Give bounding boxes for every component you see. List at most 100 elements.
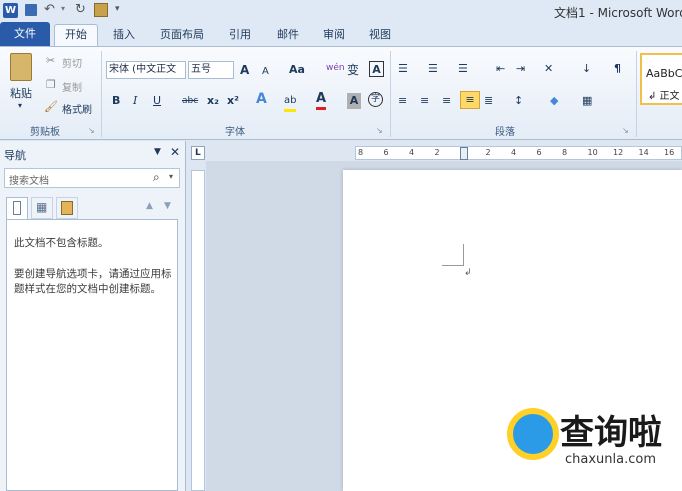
chevron-down-icon[interactable]: ▾ [169, 172, 173, 181]
nav-menu-icon[interactable]: ▼ [154, 147, 161, 157]
tab-stop-icon: L [195, 148, 201, 158]
tab-selector[interactable]: L [191, 146, 205, 160]
clipboard-launcher-icon[interactable]: ↘ [88, 123, 95, 139]
numbering-icon[interactable]: ☰ [428, 61, 438, 77]
align-right-icon[interactable]: ≡ [442, 93, 451, 109]
style-name: ↲ 正文 [648, 91, 680, 102]
line-spacing-icon[interactable]: ↕ [514, 93, 523, 109]
copy-button[interactable]: 复制 [62, 79, 82, 94]
sort-icon[interactable]: ↓ [582, 61, 591, 77]
ribbon-tabs: 文件 开始 插入 页面布局 引用 邮件 审阅 视图 [0, 22, 682, 46]
underline-icon[interactable]: U [153, 93, 161, 109]
save-icon[interactable] [25, 4, 37, 16]
asian-layout-icon[interactable]: ✕ [544, 61, 553, 77]
redo-icon[interactable]: ↻ [75, 2, 86, 17]
ruler-tick-label: 6 [383, 148, 389, 157]
distributed-icon[interactable]: ≣ [484, 93, 493, 109]
ruler-tick-label: 4 [511, 148, 517, 157]
subscript-icon[interactable]: x₂ [207, 93, 219, 109]
highlight-icon[interactable]: ab [284, 93, 297, 112]
tab-home[interactable]: 开始 [54, 24, 98, 46]
tab-pages[interactable]: ▦ [31, 197, 53, 219]
strikethrough-icon[interactable]: abc [182, 93, 198, 109]
tab-file[interactable]: 文件 [0, 22, 50, 46]
undo-icon[interactable]: ↶ [44, 2, 55, 17]
print-preview-icon[interactable] [94, 3, 108, 17]
justify-icon[interactable]: ≡ [460, 91, 480, 109]
borders-icon[interactable]: ▦ [582, 93, 592, 109]
ruler-tick-label: 8 [358, 148, 364, 157]
phonetic-guide-icon[interactable]: 变 [347, 62, 359, 78]
increase-indent-icon[interactable]: ⇥ [516, 61, 525, 77]
italic-icon[interactable]: I [133, 93, 137, 109]
search-input[interactable]: 搜索文档 ⌕ ▾ [4, 168, 180, 188]
tab-review[interactable]: 审阅 [314, 24, 354, 46]
paste-dropdown-icon[interactable]: ▾ [18, 101, 22, 110]
watermark-text: 查询啦 [560, 413, 662, 453]
align-left-icon[interactable]: ≡ [398, 93, 407, 109]
font-size-combo[interactable]: 五号 [188, 61, 234, 79]
search-icon[interactable]: ⌕ [153, 170, 160, 185]
paragraph-mark: ↲ [464, 268, 472, 278]
navigation-pane: 导航 ▼ ✕ 搜索文档 ⌕ ▾ ▦ ▲ ▼ 此文档不包含标题。 要创建导航选项卡… [0, 141, 186, 491]
ruler-tick-label: 8 [562, 148, 568, 157]
format-painter-icon[interactable]: 🖌 [44, 99, 58, 115]
superscript-icon[interactable]: x² [227, 93, 239, 109]
font-name-combo[interactable]: 宋体 (中文正文 [106, 61, 186, 79]
paragraph-shading-icon[interactable]: ◆ [550, 93, 558, 109]
paragraph-launcher-icon[interactable]: ↘ [622, 123, 629, 139]
customize-icon[interactable]: ▾ [115, 4, 120, 14]
clipboard-group-label: 剪贴板 [30, 127, 60, 138]
multilevel-list-icon[interactable]: ☰ [458, 61, 468, 77]
font-launcher-icon[interactable]: ↘ [376, 123, 383, 139]
show-marks-icon[interactable]: ¶ [614, 61, 621, 77]
paste-button[interactable]: 粘贴 [10, 85, 32, 101]
bullets-icon[interactable]: ☰ [398, 61, 408, 77]
horizontal-ruler[interactable]: 8 6 4 2 2 4 6 8 10 12 14 16 [355, 146, 682, 160]
bold-icon[interactable]: B [112, 93, 120, 109]
decrease-indent-icon[interactable]: ⇤ [496, 61, 505, 77]
font-color-icon[interactable]: A [316, 91, 327, 110]
search-placeholder: 搜索文档 [9, 176, 49, 187]
change-case-icon[interactable]: Aa [289, 62, 305, 78]
close-icon[interactable]: ✕ [170, 145, 180, 159]
paste-icon[interactable] [10, 53, 32, 81]
grow-font-icon[interactable]: A [240, 62, 249, 78]
character-shading-icon[interactable]: A [347, 93, 361, 109]
clear-format-icon[interactable]: wén [326, 60, 345, 76]
prev-arrow-icon[interactable]: ▲ [146, 201, 153, 211]
watermark-logo-icon [507, 408, 559, 460]
no-headings-text: 此文档不包含标题。 [14, 237, 109, 249]
ruler-tick-label: 2 [485, 148, 491, 157]
separator [636, 51, 637, 137]
copy-icon[interactable]: ❐ [46, 77, 56, 93]
align-center-icon[interactable]: ≡ [420, 93, 429, 109]
tab-page-layout[interactable]: 页面布局 [152, 24, 212, 46]
tab-headings[interactable] [6, 197, 28, 219]
tab-view[interactable]: 视图 [360, 24, 400, 46]
pages-icon: ▦ [36, 200, 48, 214]
window-title: 文档1 - Microsoft Word [554, 6, 682, 20]
character-border-icon[interactable]: A [369, 61, 384, 77]
cut-icon[interactable]: ✂ [46, 53, 55, 69]
next-arrow-icon[interactable]: ▼ [164, 201, 171, 211]
separator [390, 51, 391, 137]
format-painter-button[interactable]: 格式刷 [62, 101, 92, 116]
word-icon[interactable]: W [3, 3, 18, 18]
text-effects-icon[interactable]: A [256, 91, 267, 107]
ruler-tick-label: 4 [409, 148, 415, 157]
tab-results[interactable] [56, 197, 78, 219]
ruler-tick-label: 6 [536, 148, 542, 157]
style-normal[interactable]: AaBbCc ↲ 正文 [640, 53, 682, 105]
tab-insert[interactable]: 插入 [104, 24, 144, 46]
tab-mailings[interactable]: 邮件 [268, 24, 308, 46]
results-icon [61, 201, 73, 215]
indent-marker[interactable] [460, 147, 468, 160]
style-preview: AaBbCc [646, 67, 682, 80]
enclose-character-icon[interactable]: 字 [368, 92, 383, 107]
dropdown-icon[interactable]: ▾ [61, 4, 65, 13]
shrink-font-icon[interactable]: A [262, 64, 269, 80]
cut-button[interactable]: 剪切 [62, 55, 82, 70]
vertical-ruler[interactable] [191, 170, 205, 491]
tab-references[interactable]: 引用 [220, 24, 260, 46]
